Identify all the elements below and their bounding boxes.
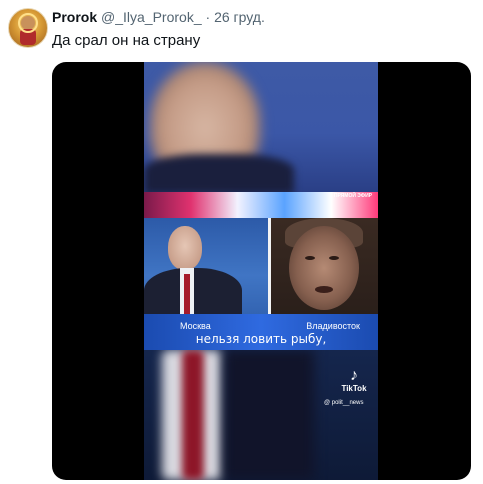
left-video-panel	[144, 218, 268, 314]
blurred-suit	[144, 154, 294, 194]
caller-eye-right	[329, 256, 339, 260]
avatar-icon	[18, 13, 38, 45]
tweet-header: Prorok @_Ilya_Prorok_ · 26 груд.	[52, 9, 265, 25]
avatar[interactable]	[8, 8, 48, 48]
speaker-head	[168, 226, 202, 270]
caller-eye-left	[305, 256, 315, 260]
tweet-date[interactable]: 26 груд.	[214, 9, 265, 25]
author-name[interactable]: Prorok	[52, 9, 97, 25]
separator-dot: ·	[205, 9, 211, 25]
tiktok-logo-icon: ♪	[350, 367, 358, 384]
tiktok-name: TikTok	[341, 384, 367, 393]
tiktok-handle: @ polit__news	[324, 400, 364, 406]
blurred-jacket	[224, 350, 314, 480]
city-left-label: Москва	[180, 321, 211, 331]
video-player[interactable]: ПРЯМОЙ ЭФИР Москва Владивосток нельзя ло…	[52, 62, 471, 480]
caller-mouth	[315, 286, 333, 293]
caller-face	[289, 226, 359, 310]
right-video-panel	[271, 218, 378, 314]
city-right-label: Владивосток	[306, 321, 360, 331]
speaker-tie	[184, 274, 190, 314]
video-frame[interactable]: ПРЯМОЙ ЭФИР Москва Владивосток нельзя ло…	[144, 62, 378, 480]
author-handle[interactable]: @_Ilya_Prorok_	[101, 9, 202, 25]
broadcast-label: ПРЯМОЙ ЭФИР	[333, 193, 372, 199]
tiktok-watermark: ♪ TikTok	[334, 367, 374, 394]
video-subtitle: нельзя ловить рыбу,	[195, 332, 327, 346]
blurred-tie	[182, 350, 204, 480]
tweet-text: Да срал он на страну	[52, 32, 201, 49]
